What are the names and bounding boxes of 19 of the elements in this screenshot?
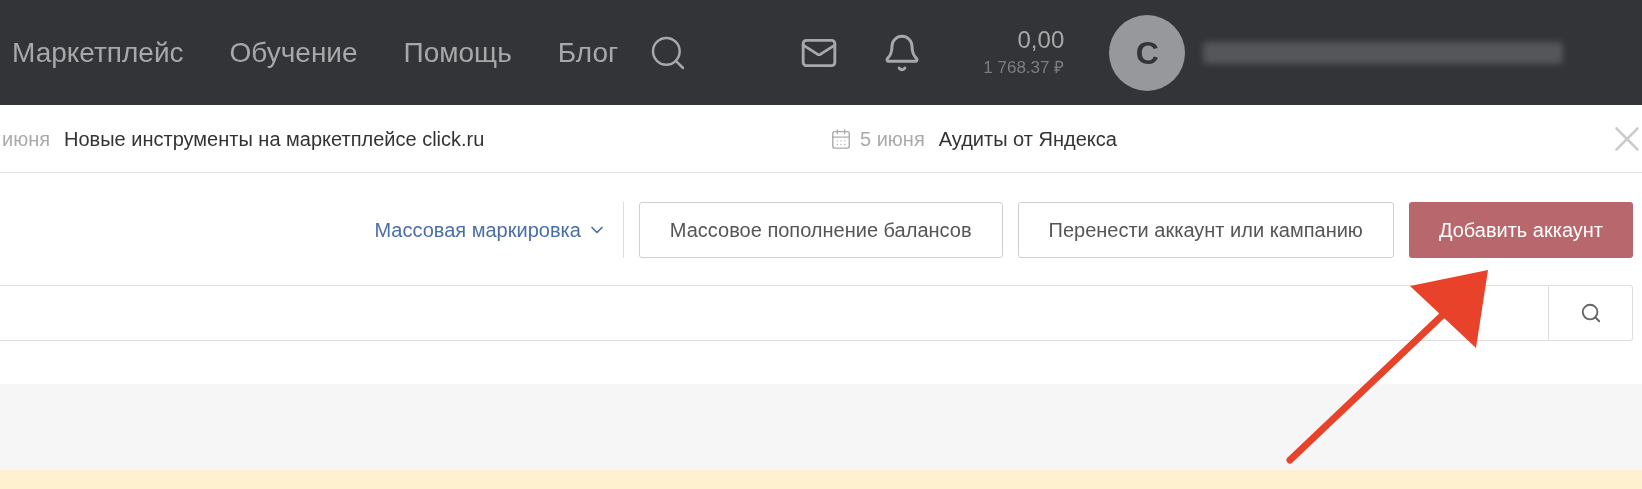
- avatar[interactable]: C: [1109, 14, 1186, 91]
- nav-link[interactable]: Обучение: [229, 31, 358, 74]
- search-field[interactable]: [0, 285, 1549, 341]
- news-date: 5 июня: [860, 126, 925, 152]
- news-title[interactable]: Новые инструменты на маркетплейсе click.ru: [64, 123, 485, 154]
- toolbar-button[interactable]: Добавить аккаунт: [1408, 202, 1633, 258]
- nav-link[interactable]: Помощь: [403, 31, 512, 74]
- news-date: июня: [2, 126, 51, 152]
- search-icon: [1579, 302, 1602, 324]
- mass-labeling-dropdown[interactable]: Массовая маркировка: [374, 202, 624, 258]
- balance-secondary: 1 768.37 ₽: [983, 56, 1065, 79]
- nav-link[interactable]: Блог: [557, 31, 619, 74]
- search-button[interactable]: [1549, 285, 1633, 341]
- news-title[interactable]: Аудиты от Яндекса: [938, 123, 1117, 154]
- balance-amount: 0,00: [1017, 24, 1065, 55]
- toolbar-button[interactable]: Перенести аккаунт или кампанию: [1017, 202, 1394, 258]
- calendar-icon: [830, 127, 852, 150]
- nav-link[interactable]: Маркетплейс: [12, 31, 184, 74]
- toolbar-button[interactable]: Массовое пополнение балансов: [638, 202, 1003, 258]
